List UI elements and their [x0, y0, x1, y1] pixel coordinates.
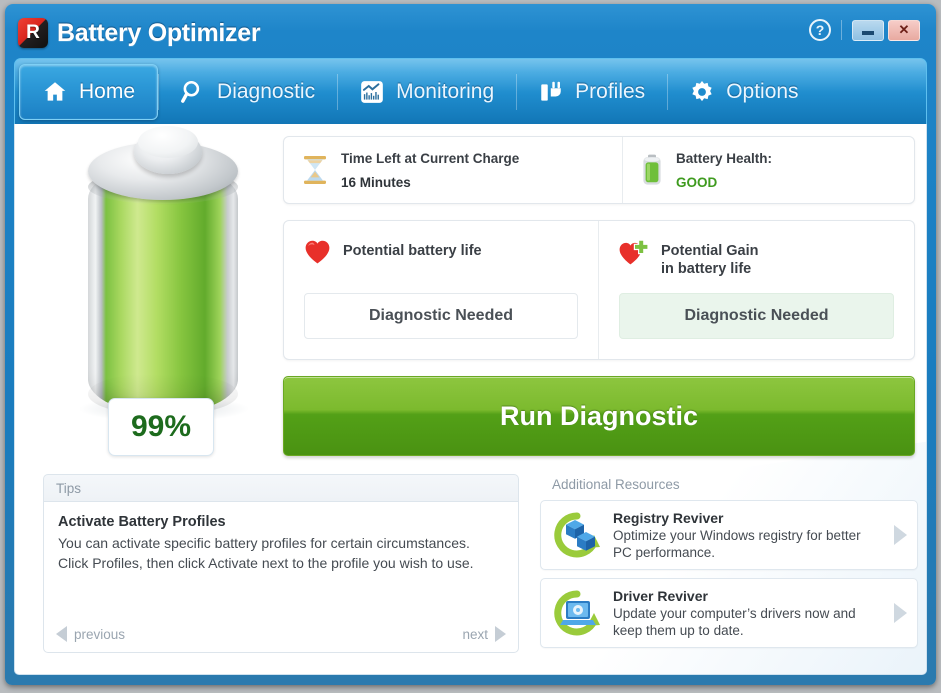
help-icon[interactable]: ? [809, 19, 831, 41]
potential-gain-title-line1: Potential Gain [661, 243, 759, 259]
resource-item-driver-reviver[interactable]: Driver Reviver Update your computer’s dr… [540, 578, 918, 648]
tips-previous-label: previous [74, 626, 126, 642]
minimize-icon [862, 31, 874, 35]
battery-body [88, 164, 238, 414]
resource-driver-title: Driver Reviver [613, 587, 708, 604]
chevron-right-icon [495, 626, 506, 642]
time-left-section: Time Left at Current Charge 16 Minutes [284, 137, 622, 203]
driver-reviver-icon [554, 590, 600, 636]
battery-health-section: Battery Health: GOOD [622, 137, 914, 203]
resource-registry-title: Registry Reviver [613, 509, 724, 526]
chevron-left-icon [56, 626, 67, 642]
battery-health-icon [643, 154, 661, 185]
resource-registry-desc: Optimize your Windows registry for bette… [613, 527, 861, 560]
potential-battery-life-section: Potential battery life Diagnostic Needed [284, 221, 598, 359]
close-button[interactable]: ✕ [888, 19, 920, 41]
tips-body: Activate Battery Profiles You can activa… [43, 501, 519, 653]
chevron-right-icon[interactable] [894, 525, 907, 545]
battery-health-text: Battery Health: GOOD [676, 151, 772, 190]
main-navigation-tabs: Home Diagnostic Monitoring Profiles Opti… [14, 58, 927, 124]
tip-title: Activate Battery Profiles [58, 514, 226, 530]
resource-registry-text: Registry Reviver Optimize your Windows r… [613, 510, 882, 561]
tips-header: Tips [43, 474, 519, 501]
potential-gain-header: Potential Gain in battery life [619, 239, 894, 279]
potential-gain-title: Potential Gain in battery life [661, 239, 759, 278]
time-left-value: 16 Minutes [341, 174, 411, 190]
time-left-label: Time Left at Current Charge [341, 150, 520, 166]
tab-monitoring-label: Monitoring [396, 79, 495, 103]
potential-life-header: Potential battery life [304, 239, 578, 279]
tips-panel: Tips Activate Battery Profiles You can a… [43, 474, 519, 656]
potential-gain-value: Diagnostic Needed [619, 293, 894, 339]
title-bar: Battery Optimizer ? ✕ [10, 8, 931, 58]
tip-text: You can activate specific battery profil… [58, 535, 474, 571]
chevron-right-icon[interactable] [894, 603, 907, 623]
additional-resources-header: Additional Resources [552, 477, 680, 492]
application-window: Battery Optimizer ? ✕ Home Diagnostic [5, 4, 936, 685]
tab-home[interactable]: Home [19, 63, 159, 120]
minimize-button[interactable] [852, 19, 884, 41]
tips-next-button[interactable]: next [462, 626, 506, 642]
potential-gain-title-line2: in battery life [661, 261, 752, 277]
hourglass-icon [304, 156, 326, 184]
window-controls: ? ✕ [809, 19, 920, 41]
tab-options[interactable]: Options [667, 64, 820, 120]
power-plug-icon [541, 81, 561, 101]
home-icon [44, 81, 66, 101]
battery-cylinder-icon: 99% [60, 126, 275, 466]
status-panel: Time Left at Current Charge 16 Minutes B… [283, 136, 915, 204]
battery-percent-badge: 99% [108, 398, 214, 456]
tab-profiles-label: Profiles [575, 79, 646, 103]
magnifier-icon [181, 80, 200, 103]
gear-icon [692, 80, 712, 101]
tab-monitoring[interactable]: Monitoring [337, 64, 516, 120]
tips-previous-button[interactable]: previous [56, 626, 125, 642]
resource-driver-text: Driver Reviver Update your computer’s dr… [613, 588, 882, 639]
chart-icon [361, 80, 383, 103]
battery-health-value: GOOD [676, 174, 718, 190]
tab-home-label: Home [79, 79, 136, 103]
controls-divider [841, 20, 842, 40]
battery-terminal-highlight [138, 126, 198, 158]
time-left-text: Time Left at Current Charge 16 Minutes [341, 151, 519, 190]
tab-options-label: Options [726, 79, 799, 103]
heart-icon [305, 240, 330, 264]
potential-gain-section: Potential Gain in battery life Diagnosti… [598, 221, 914, 359]
reviversoft-r-logo-icon [18, 18, 48, 48]
registry-reviver-icon [554, 512, 600, 558]
tab-profiles[interactable]: Profiles [516, 64, 667, 120]
home-panel: 99% Time Left at Current Charge 16 Minut… [14, 124, 927, 675]
resource-driver-desc: Update your computer’s drivers now and k… [613, 605, 856, 638]
battery-health-label: Battery Health: [676, 150, 773, 166]
additional-resources-panel: Additional Resources Registry Reviver Op… [540, 474, 918, 656]
potential-life-value: Diagnostic Needed [304, 293, 578, 339]
resource-item-registry-reviver[interactable]: Registry Reviver Optimize your Windows r… [540, 500, 918, 570]
tips-next-label: next [462, 626, 488, 642]
tab-diagnostic[interactable]: Diagnostic [158, 64, 337, 120]
run-diagnostic-button[interactable]: Run Diagnostic [283, 376, 915, 456]
tab-diagnostic-label: Diagnostic [217, 79, 316, 103]
app-title: Battery Optimizer [57, 18, 261, 47]
potential-life-title: Potential battery life [343, 243, 482, 259]
potential-panel: Potential battery life Diagnostic Needed… [283, 220, 915, 360]
heart-plus-icon [619, 239, 649, 265]
